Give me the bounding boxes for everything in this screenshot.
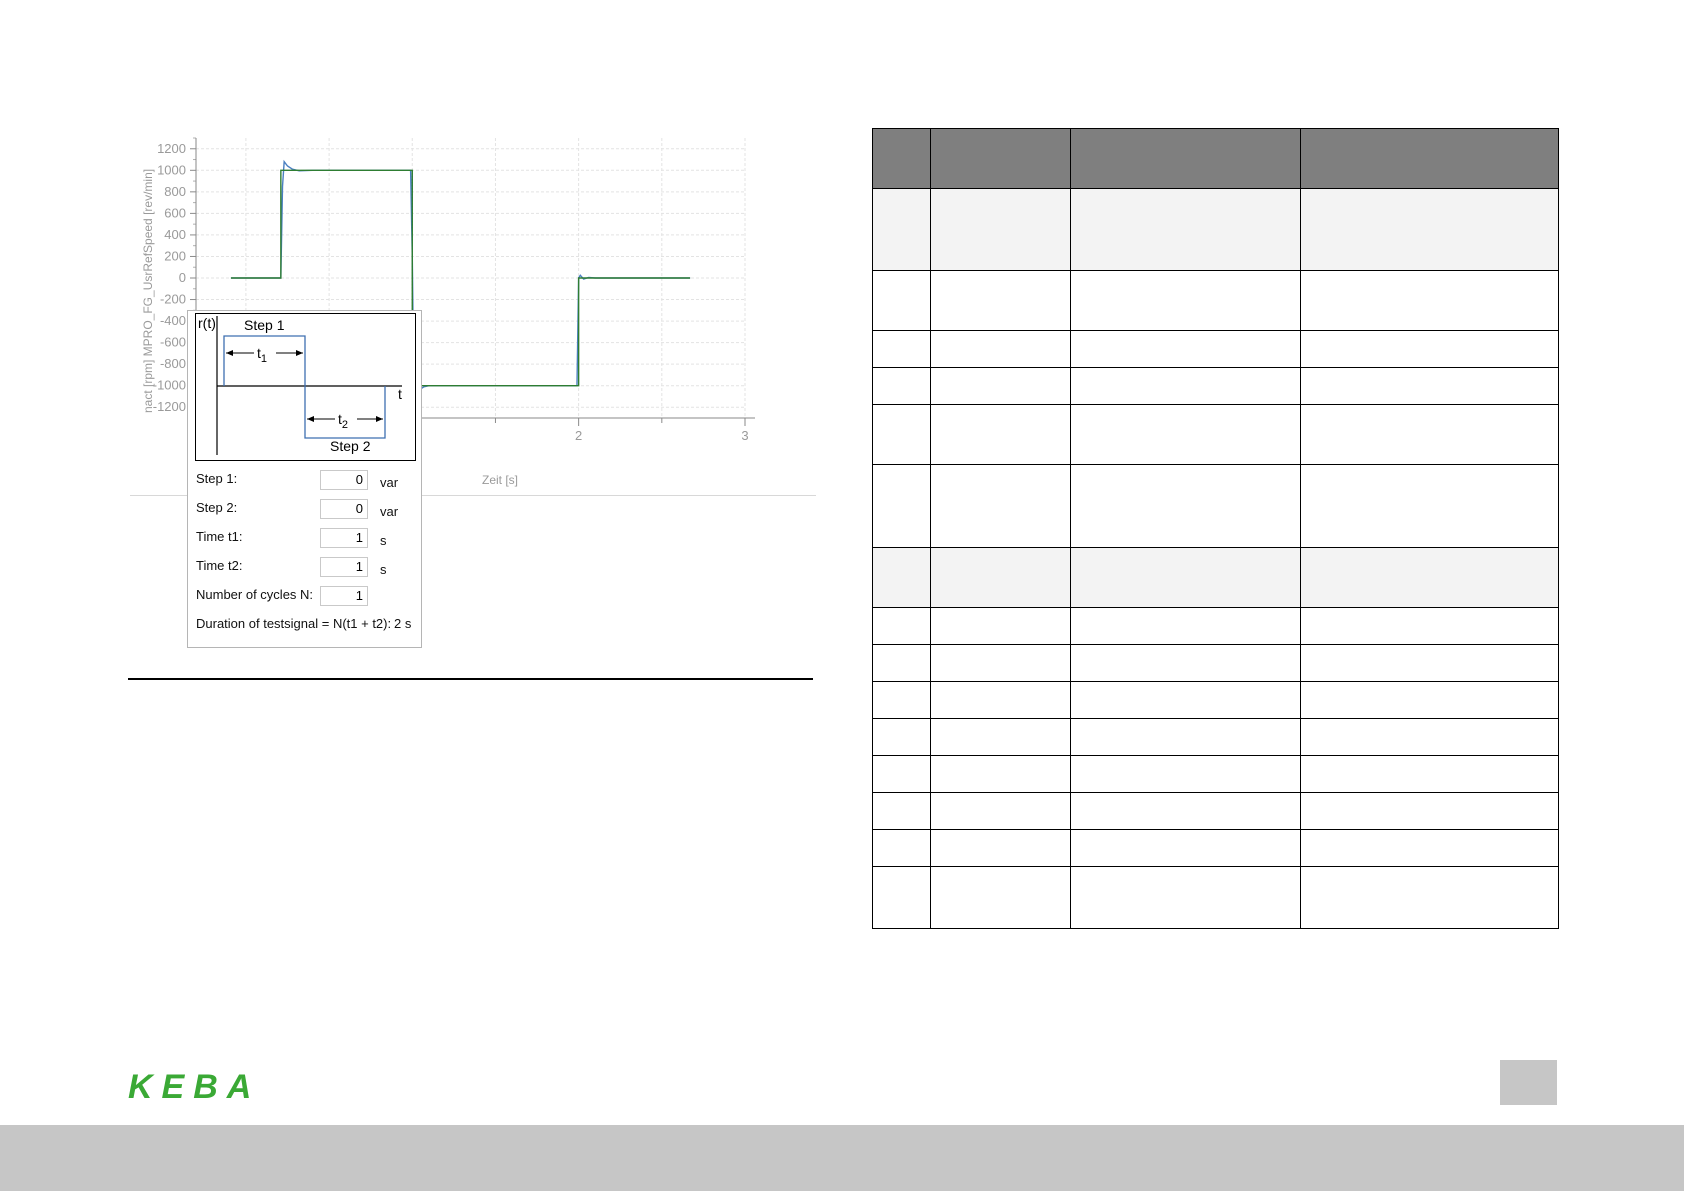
- y-tick-label: 800: [164, 184, 186, 199]
- table-row: [872, 681, 1559, 719]
- footer-band: [0, 1125, 1684, 1191]
- section-rule: [128, 678, 813, 680]
- step1-label: Step 1: [244, 317, 285, 333]
- test-signal-parameter-panel: r(t) t Step 1 Step 2 t1 t2 Step 1: 0 var…: [187, 310, 422, 648]
- y-axis-title: nact [rpm] MPRO_FG_UsrRefSpeed [rev/min]: [141, 169, 155, 413]
- step2-unit: var: [380, 504, 399, 519]
- page-number-box: [1500, 1060, 1557, 1105]
- table-row: [872, 718, 1559, 756]
- step1-unit: var: [380, 475, 399, 490]
- y-tick-label: 400: [164, 227, 186, 242]
- table-row: [872, 547, 1559, 608]
- table-row: [872, 404, 1559, 465]
- y-tick-label: -600: [160, 335, 186, 350]
- y-tick-label: -400: [160, 313, 186, 328]
- time-t2-unit: s: [380, 562, 387, 577]
- cycles-input[interactable]: 1: [320, 586, 368, 606]
- y-tick-label: 600: [164, 205, 186, 220]
- time-t2-label-text: Time t2:: [196, 557, 243, 573]
- table-header-cell: [930, 128, 1071, 189]
- table-row: [872, 644, 1559, 682]
- y-tick-label: 1000: [157, 162, 186, 177]
- parameter-table: [872, 128, 1559, 929]
- step1-label-text: Step 1:: [196, 470, 238, 486]
- duration-label-text: Duration of testsignal = N(t1 + t2):: [196, 615, 392, 631]
- y-tick-label: -800: [160, 356, 186, 371]
- step1-input[interactable]: 0: [320, 470, 368, 490]
- x-tick-label: 2: [575, 428, 582, 443]
- table-row: [872, 330, 1559, 368]
- table-row: [872, 464, 1559, 548]
- table-header-cell: [872, 128, 931, 189]
- time-t1-label-text: Time t1:: [196, 528, 243, 544]
- y-tick-label: 0: [179, 270, 186, 285]
- table-row: [872, 188, 1559, 271]
- y-tick-label: 200: [164, 248, 186, 263]
- table-row: [872, 367, 1559, 405]
- time-t2-row: Time t2:: [196, 554, 320, 576]
- diagram-axis-label: r(t): [198, 315, 216, 331]
- table-row: [872, 792, 1559, 830]
- step2-label-text: Step 2:: [196, 499, 238, 515]
- keba-logo-text: KEBA: [128, 1072, 260, 1102]
- step2-input[interactable]: 0: [320, 499, 368, 519]
- time-t2-input[interactable]: 1: [320, 557, 368, 577]
- cycles-label-text: Number of cycles N:: [196, 586, 314, 602]
- y-tick-label: -200: [160, 292, 186, 307]
- step-signal-diagram: r(t) t Step 1 Step 2 t1 t2: [195, 313, 416, 461]
- table-header-row: [872, 128, 1559, 189]
- table-row: [872, 829, 1559, 867]
- x-axis-title: Zeit [s]: [482, 473, 518, 487]
- step2-label: Step 2: [330, 438, 371, 454]
- table-row: [872, 866, 1559, 929]
- y-tick-label: 1200: [157, 141, 186, 156]
- y-tick-label: -1000: [153, 378, 186, 393]
- step1-row: Step 1:: [196, 467, 320, 489]
- cycles-row: Number of cycles N:: [196, 583, 320, 605]
- table-row: [872, 607, 1559, 645]
- table-header-cell: [1070, 128, 1301, 189]
- x-tick-label: 3: [741, 428, 748, 443]
- step2-row: Step 2:: [196, 496, 320, 518]
- table-row: [872, 755, 1559, 793]
- y-tick-label: -1200: [153, 399, 186, 414]
- time-t1-unit: s: [380, 533, 387, 548]
- table-header-cell: [1300, 128, 1559, 189]
- duration-value: 2 s: [394, 616, 412, 631]
- table-row: [872, 270, 1559, 331]
- diagram-time-label: t: [398, 386, 402, 402]
- keba-logo: KEBA: [128, 1072, 260, 1102]
- time-t1-input[interactable]: 1: [320, 528, 368, 548]
- time-t1-row: Time t1:: [196, 525, 320, 547]
- duration-row: Duration of testsignal = N(t1 + t2):: [196, 612, 416, 634]
